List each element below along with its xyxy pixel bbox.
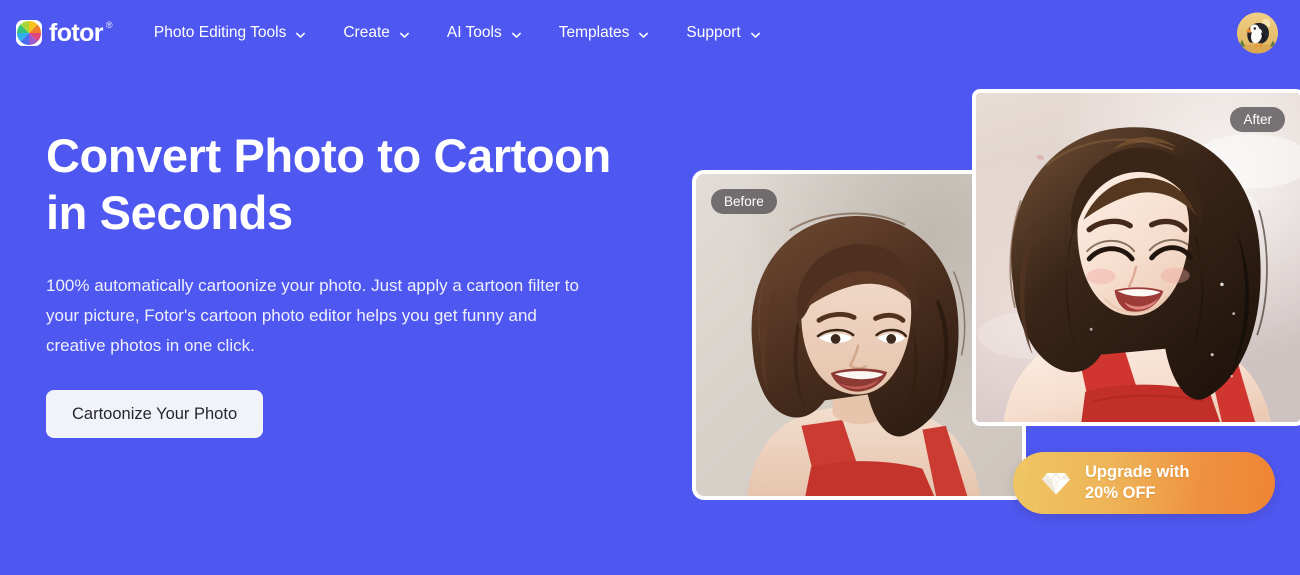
nav-item-photo-editing-tools[interactable]: Photo Editing Tools <box>154 17 314 49</box>
nav-item-create[interactable]: Create <box>343 17 418 49</box>
diamond-gem-icon <box>1041 470 1071 496</box>
cartoonize-your-photo-button[interactable]: Cartoonize Your Photo <box>46 390 264 439</box>
upgrade-with-discount-button[interactable]: Upgrade with 20% OFF <box>1013 452 1275 514</box>
after-badge: After <box>1230 107 1285 132</box>
chevron-down-icon <box>638 28 649 39</box>
registered-trademark-symbol: ® <box>105 19 113 30</box>
upgrade-line-1: Upgrade with <box>1085 462 1190 481</box>
upgrade-button-label: Upgrade with 20% OFF <box>1085 462 1190 504</box>
nav-item-label: Support <box>686 24 741 42</box>
upgrade-line-2: 20% OFF <box>1085 484 1156 502</box>
fotor-cartoon-landing-page: fotor ® Photo Editing Tools Create AI Too… <box>0 0 1300 575</box>
nav-item-support[interactable]: Support <box>686 17 768 49</box>
hero-copy-block: Convert Photo to Cartoon in Seconds 100%… <box>46 128 666 439</box>
puffin-bird-avatar[interactable] <box>1237 12 1278 54</box>
hero-subtitle: 100% automatically cartoonize your photo… <box>46 275 579 356</box>
chevron-down-icon <box>295 28 306 39</box>
site-header: fotor ® Photo Editing Tools Create AI Too… <box>0 0 1300 66</box>
nav-item-label: Photo Editing Tools <box>153 24 287 42</box>
after-cartoon-image <box>976 93 1300 422</box>
nav-item-templates[interactable]: Templates <box>559 17 658 49</box>
fotor-color-wheel-icon <box>16 20 42 46</box>
brand-name-text: fotor <box>49 18 104 47</box>
nav-item-ai-tools[interactable]: AI Tools <box>447 17 530 49</box>
before-badge: Before <box>711 189 777 214</box>
nav-item-label: Create <box>343 24 390 42</box>
chevron-down-icon <box>511 28 522 39</box>
nav-item-label: Templates <box>558 24 630 42</box>
page-title: Convert Photo to Cartoon in Seconds <box>46 129 611 239</box>
after-image-card[interactable]: After <box>972 89 1300 426</box>
brand-wordmark: fotor ® <box>49 18 113 47</box>
brand-logo[interactable]: fotor ® <box>16 18 113 47</box>
main-navigation: Photo Editing Tools Create AI Tools Temp… <box>154 17 769 49</box>
chevron-down-icon <box>750 28 761 39</box>
chevron-down-icon <box>399 28 410 39</box>
nav-item-label: AI Tools <box>446 24 502 42</box>
